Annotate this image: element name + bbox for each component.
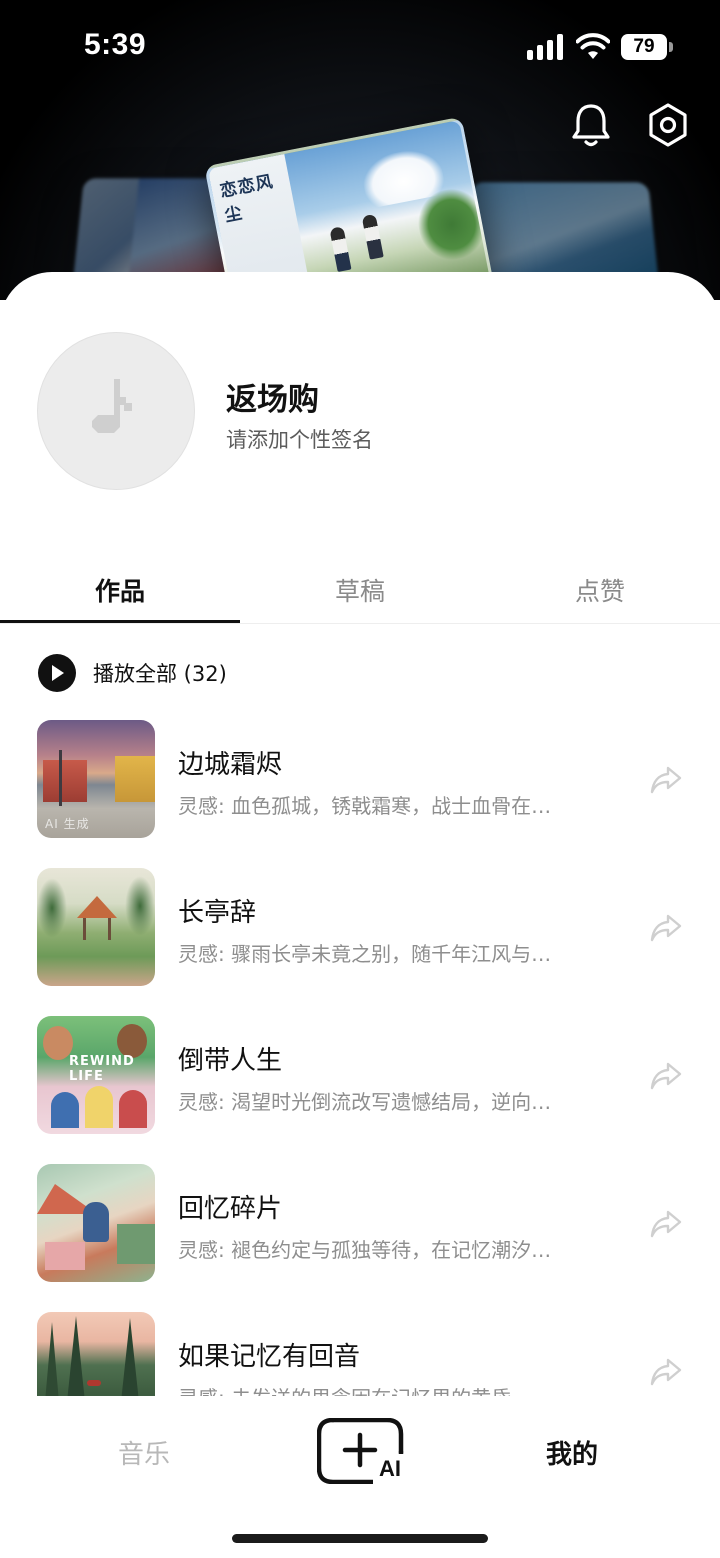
cover-badge: REWIND LIFE	[69, 1054, 135, 1084]
ai-label: AI	[379, 1456, 401, 1481]
username: 返场购	[226, 382, 319, 418]
signature-field[interactable]: 请添加个性签名	[226, 424, 373, 454]
share-icon[interactable]	[648, 910, 684, 946]
song-inspiration: 灵感: 未发送的思念困在记忆里的黄昏	[178, 1382, 622, 1396]
home-indicator	[232, 1534, 488, 1543]
song-title: 如果记忆有回音	[178, 1342, 361, 1372]
song-title: 边城霜烬	[178, 750, 283, 780]
song-cover	[37, 868, 155, 986]
list-item[interactable]: 长亭辞 灵感: 骤雨长亭未竟之别，随千年江风与…	[0, 864, 720, 988]
list-item[interactable]: 如果记忆有回音 灵感: 未发送的思念困在记忆里的黄昏	[0, 1308, 720, 1396]
list-item[interactable]: 回忆碎片 灵感: 褪色约定与孤独等待，在记忆潮汐…	[0, 1160, 720, 1284]
bell-icon[interactable]	[566, 100, 616, 150]
tab-likes[interactable]: 点赞	[480, 560, 720, 624]
share-icon[interactable]	[648, 762, 684, 798]
share-icon[interactable]	[648, 1058, 684, 1094]
status-bar: 5:39 79	[0, 0, 720, 96]
status-time: 5:39	[84, 28, 147, 61]
profile-tabs: 作品 草稿 点赞	[0, 560, 720, 624]
tab-drafts[interactable]: 草稿	[240, 560, 480, 624]
share-icon[interactable]	[648, 1206, 684, 1242]
song-title: 回忆碎片	[178, 1194, 283, 1224]
song-inspiration: 灵感: 骤雨长亭未竟之别，随千年江风与…	[178, 942, 552, 966]
tab-works[interactable]: 作品	[0, 560, 240, 624]
song-cover: REWIND LIFE	[37, 1016, 155, 1134]
song-inspiration: 灵感: 渴望时光倒流改写遗憾结局，逆向…	[178, 1090, 552, 1114]
tab-indicator	[0, 620, 240, 623]
figure-art	[329, 226, 352, 273]
cellular-signal-icon	[527, 34, 563, 60]
cover-badge: AI 生成	[45, 817, 90, 831]
battery-icon: 79	[621, 34, 673, 60]
ai-create-button[interactable]: AI	[316, 1417, 405, 1485]
nav-music[interactable]: 音乐	[118, 1434, 170, 1471]
music-note-icon	[92, 379, 132, 433]
avatar[interactable]	[37, 332, 195, 490]
song-inspiration: 灵感: 褪色约定与孤独等待，在记忆潮汐…	[178, 1238, 552, 1262]
song-cover: AI 生成	[37, 720, 155, 838]
wifi-icon	[575, 33, 611, 61]
song-title: 倒带人生	[178, 1046, 283, 1076]
settings-icon[interactable]	[643, 100, 693, 150]
song-inspiration: 灵感: 血色孤城，锈戟霜寒，战士血骨在…	[178, 794, 552, 818]
share-icon[interactable]	[648, 1354, 684, 1390]
song-title: 长亭辞	[178, 898, 257, 928]
play-all-button[interactable]: 播放全部 (32)	[38, 654, 227, 692]
profile-screen: 恋恋风尘 5:39 79 返场购 请添加个性签名 作品 草稿 点赞 播放全部 (…	[0, 0, 720, 1558]
figure-art	[361, 213, 384, 260]
song-cover	[37, 1312, 155, 1396]
song-cover	[37, 1164, 155, 1282]
list-item[interactable]: AI 生成 边城霜烬 灵感: 血色孤城，锈戟霜寒，战士血骨在…	[0, 716, 720, 840]
play-all-label: 播放全部 (32)	[93, 662, 227, 686]
featured-album-title: 恋恋风尘	[218, 171, 276, 227]
nav-mine[interactable]: 我的	[546, 1434, 598, 1471]
play-icon	[38, 654, 76, 692]
list-item[interactable]: REWIND LIFE 倒带人生 灵感: 渴望时光倒流改写遗憾结局，逆向…	[0, 1012, 720, 1136]
song-list: AI 生成 边城霜烬 灵感: 血色孤城，锈戟霜寒，战士血骨在… 长亭辞 灵感: …	[0, 716, 720, 1396]
